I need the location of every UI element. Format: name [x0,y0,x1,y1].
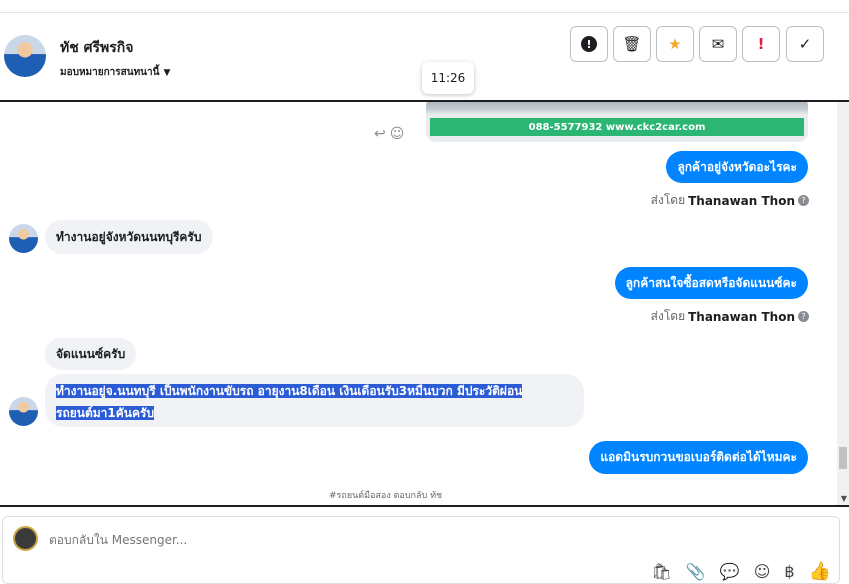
reply-composer[interactable]: 🛍 📎 💬 ☺ ฿ 👍 [2,516,840,584]
outgoing-message[interactable]: ลูกค้าสนใจซื้อสดหรือจัดแนนซ์คะ [614,267,808,299]
alert-circle-icon: ! [581,36,597,52]
follow-up-button[interactable]: ! [742,26,780,62]
incoming-message[interactable]: ทำงานอยู่จังหวัดนนทบุรีครับ [45,220,213,254]
outgoing-message[interactable]: แอดมินรบกวนขอเบอร์ติดต่อได้ไหมคะ [589,441,808,474]
sender-name: Thanawan Thon [688,309,795,324]
message-text-line1: ทำงานอยู่จ.นนทบุรี เป็นพนักงานขับรถ อายุ… [56,384,523,398]
timestamp-tooltip: 11:26 [422,62,474,94]
envelope-icon: ✉ [711,35,725,53]
react-emoji-icon[interactable]: ☺ [390,126,405,142]
report-spam-button[interactable]: ! [570,26,608,62]
baht-payment-icon[interactable]: ฿ [784,562,794,581]
mark-done-button[interactable]: ✓ [786,26,824,62]
reply-icon[interactable]: ↩ [374,126,386,142]
message-text: ลูกค้าสนใจซื้อสดหรือจัดแนนซ์คะ [625,275,797,290]
chat-scrollbar[interactable]: ▼ [837,102,849,505]
sent-by-prefix: ส่งโดย [650,193,686,207]
message-text: แอดมินรบกวนขอเบอร์ติดต่อได้ไหมคะ [600,450,797,464]
scroll-down-arrow-icon[interactable]: ▼ [841,494,847,503]
image-attachment[interactable]: 088-5577932 www.ckc2car.com [426,102,808,142]
message-text-line2: รถยนต์มา1คันครับ [56,406,155,420]
assign-conversation-dropdown[interactable]: มอบหมายการสนทนานี้ ▼ [60,65,170,80]
checkmark-icon: ✓ [798,35,812,53]
sent-by-label: ส่งโดย Thanawan Thon ? [651,307,809,326]
contact-avatar-small [9,224,38,253]
emoji-icon[interactable]: ☺ [754,562,771,581]
help-icon[interactable]: ? [798,311,809,322]
assign-label: มอบหมายการสนทนานี้ [60,67,160,78]
saved-reply-icon[interactable]: 💬 [720,562,740,581]
delete-button[interactable]: 🗑 [613,26,651,62]
conversation-source-note: #รถยนต์มือสอง ตอบกลับ ทัช [329,491,443,501]
message-thread[interactable]: 088-5577932 www.ckc2car.com ↩ ☺ ลูกค้าอย… [0,102,849,505]
outgoing-message[interactable]: ลูกค้าอยู่จังหวัดอะไรคะ [666,151,808,183]
scrollbar-thumb[interactable] [839,447,847,469]
paperclip-icon[interactable]: 📎 [686,562,706,581]
incoming-message-selected[interactable]: ทำงานอยู่จ.นนทบุรี เป็นพนักงานขับรถ อายุ… [45,374,584,427]
exclamation-icon: ! [757,35,765,53]
message-text: ทำงานอยู่จังหวัดนนทบุรีครับ [56,229,202,244]
star-icon: ★ [668,35,682,53]
help-icon[interactable]: ? [798,195,809,206]
caret-down-icon: ▼ [163,67,171,78]
message-actions: ↩ ☺ [374,126,404,142]
thumbs-up-icon[interactable]: 👍 [809,561,831,582]
sent-by-prefix: ส่งโดย [650,309,686,323]
contact-avatar[interactable] [4,35,46,77]
image-banner-text: 088-5577932 www.ckc2car.com [430,118,804,136]
message-text: จัดแนนซ์ครับ [56,346,126,361]
incoming-message[interactable]: จัดแนนซ์ครับ [45,338,137,370]
contact-avatar-small [9,397,38,426]
contact-name[interactable]: ทัช ศรีพรกิจ [60,37,133,59]
trash-icon: 🗑 [622,35,642,53]
composer-toolbar: 🛍 📎 💬 ☺ ฿ 👍 [652,561,831,582]
shopping-bag-icon[interactable]: 🛍 [652,562,672,581]
chat-divider [0,505,849,507]
mark-unread-button[interactable]: ✉ [699,26,737,62]
star-button[interactable]: ★ [656,26,694,62]
sent-by-label: ส่งโดย Thanawan Thon ? [651,191,809,210]
message-text: ลูกค้าอยู่จังหวัดอะไรคะ [677,159,797,174]
reply-input[interactable] [49,533,649,547]
page-avatar [13,526,38,551]
sender-name: Thanawan Thon [688,193,795,208]
